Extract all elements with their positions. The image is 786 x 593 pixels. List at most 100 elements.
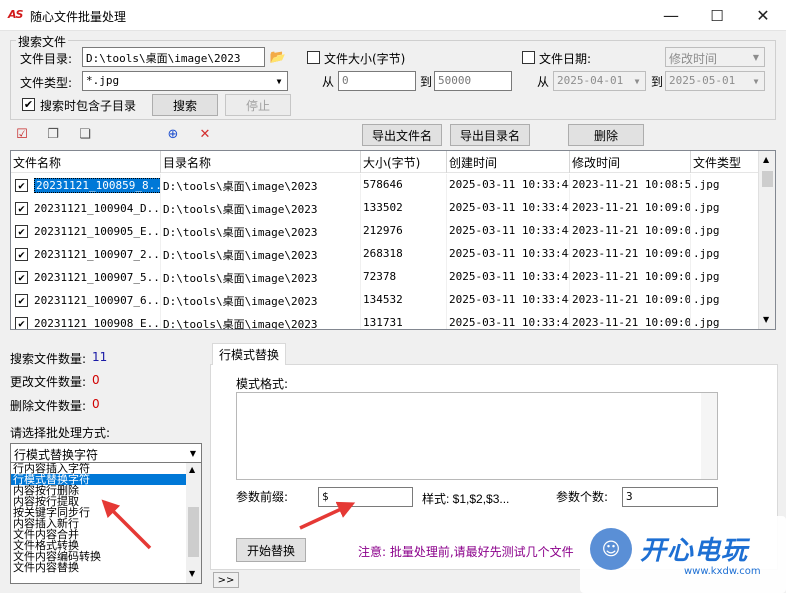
- type-cell: .jpg: [691, 243, 761, 266]
- search-button[interactable]: 搜索: [152, 94, 218, 116]
- size-cell: 578646: [361, 174, 447, 197]
- scroll-thumb[interactable]: [762, 171, 773, 187]
- type-cell: .jpg: [691, 312, 761, 329]
- table-row[interactable]: ✔ 20231121_100904_D... D:\tools\桌面\image\2…: [11, 197, 761, 220]
- date-filter-checkbox[interactable]: [522, 51, 535, 64]
- row-checkbox[interactable]: ✔: [15, 294, 28, 307]
- type-cell: .jpg: [691, 289, 761, 312]
- file-name-text: 20231121_100908_E...: [34, 317, 161, 330]
- export-filenames-button[interactable]: 导出文件名: [362, 124, 442, 146]
- date-from-picker[interactable]: 2025-04-01 ▼: [553, 71, 646, 91]
- file-name-text: 20231121_100859_8...: [34, 178, 160, 193]
- dir-cell: D:\tools\桌面\image\2023: [161, 266, 361, 289]
- column-header[interactable]: 修改时间: [570, 151, 691, 173]
- pattern-textarea[interactable]: [236, 392, 718, 480]
- delete-button[interactable]: 删除: [568, 124, 644, 146]
- table-row[interactable]: ✔ 20231121_100907_5... D:\tools\桌面\image\2…: [11, 266, 761, 289]
- method-combo[interactable]: 行模式替换字符 ▼: [10, 443, 202, 463]
- column-header[interactable]: 文件名称: [11, 151, 161, 173]
- minimize-button[interactable]: —: [648, 0, 694, 31]
- type-combo[interactable]: *.jpg ▼: [82, 71, 288, 91]
- watermark-title: 开心电玩: [640, 536, 749, 566]
- maximize-button[interactable]: ☐: [694, 0, 740, 31]
- folder-browse-icon[interactable]: 📂: [269, 49, 287, 65]
- row-checkbox[interactable]: ✔: [15, 317, 28, 329]
- deselect-all-icon[interactable]: ❐: [44, 126, 62, 142]
- invert-selection-icon[interactable]: ❏: [76, 126, 94, 142]
- size-from-label: 从: [322, 75, 335, 89]
- size-to-input[interactable]: 50000: [434, 71, 512, 91]
- file-list[interactable]: 文件名称 目录名称 大小(字节) 创建时间 修改时间 文件类型 ✔ 20231121_100…: [10, 150, 776, 330]
- dir-cell: D:\tools\桌面\image\2023: [161, 220, 361, 243]
- pattern-scrollbar[interactable]: [701, 393, 717, 479]
- scroll-down-icon[interactable]: ▼: [763, 315, 769, 324]
- watermark-url: www.kxdw.com: [684, 566, 761, 577]
- chevron-down-icon[interactable]: ▼: [271, 72, 287, 90]
- size-to-label: 到: [420, 75, 433, 89]
- column-header[interactable]: 目录名称: [161, 151, 361, 173]
- select-all-icon[interactable]: ☑: [13, 126, 31, 142]
- chevron-down-icon[interactable]: ▼: [185, 444, 201, 462]
- close-button[interactable]: ✕: [740, 0, 786, 31]
- type-cell: .jpg: [691, 220, 761, 243]
- stop-button[interactable]: 停止: [225, 94, 291, 116]
- modified-cell: 2023-11-21 10:08:59: [570, 174, 691, 197]
- scroll-up-icon[interactable]: ▲: [189, 465, 195, 474]
- file-name-text: 20231121_100907_6...: [34, 294, 161, 307]
- date-mode-value: 修改时间: [669, 52, 718, 66]
- date-to-picker[interactable]: 2025-05-01 ▼: [665, 71, 765, 91]
- type-cell: .jpg: [691, 266, 761, 289]
- warning-note: 注意: 批量处理前,请最好先测试几个文件: [358, 545, 574, 559]
- date-mode-combo[interactable]: 修改时间 ▼: [665, 47, 765, 67]
- dir-input[interactable]: D:\tools\桌面\image\2023: [82, 47, 265, 67]
- size-from-input[interactable]: 0: [338, 71, 416, 91]
- date-from-value: 2025-04-01: [557, 74, 624, 87]
- row-checkbox[interactable]: ✔: [15, 225, 28, 238]
- created-cell: 2025-03-11 10:33:44: [447, 220, 570, 243]
- chevron-down-icon[interactable]: ▼: [748, 72, 764, 90]
- file-name-cell: ✔ 20231121_100905_E...: [11, 220, 161, 243]
- deleted-count-value: 0: [92, 397, 100, 411]
- row-checkbox[interactable]: ✔: [15, 248, 28, 261]
- method-label: 请选择批处理方式:: [10, 426, 111, 440]
- table-row[interactable]: ✔ 20231121_100908_E... D:\tools\桌面\image\2…: [11, 312, 761, 330]
- created-cell: 2025-03-11 10:33:44: [447, 243, 570, 266]
- add-files-icon[interactable]: ⊕: [164, 126, 182, 142]
- row-checkbox[interactable]: ✔: [15, 271, 28, 284]
- table-row[interactable]: ✔ 20231121_100859_8... D:\tools\桌面\image\2…: [11, 174, 761, 197]
- start-replace-button[interactable]: 开始替换: [236, 538, 306, 562]
- row-checkbox[interactable]: ✔: [15, 202, 28, 215]
- file-list-scrollbar[interactable]: ▲ ▼: [758, 151, 775, 329]
- row-checkbox[interactable]: ✔: [15, 179, 28, 192]
- tab-line-replace[interactable]: 行模式替换: [212, 343, 286, 365]
- table-row[interactable]: ✔ 20231121_100905_E... D:\tools\桌面\image\2…: [11, 220, 761, 243]
- modified-cell: 2023-11-21 10:09:07: [570, 289, 691, 312]
- column-header[interactable]: 大小(字节): [361, 151, 447, 173]
- file-name-cell: ✔ 20231121_100907_2...: [11, 243, 161, 266]
- export-dirnames-button[interactable]: 导出目录名: [450, 124, 530, 146]
- param-count-input[interactable]: 3: [622, 487, 718, 507]
- include-subdir-checkbox[interactable]: ✔: [22, 98, 35, 111]
- method-option[interactable]: 文件内容替换: [11, 562, 201, 573]
- expand-button[interactable]: >>: [213, 572, 239, 588]
- table-row[interactable]: ✔ 20231121_100907_6... D:\tools\桌面\image\2…: [11, 289, 761, 312]
- remove-files-icon[interactable]: ✕: [196, 126, 214, 142]
- modified-cell: 2023-11-21 10:09:07: [570, 266, 691, 289]
- scroll-up-icon[interactable]: ▲: [763, 155, 769, 164]
- changed-count-label: 更改文件数量:: [10, 375, 87, 389]
- prefix-input[interactable]: $: [318, 487, 413, 507]
- table-row[interactable]: ✔ 20231121_100907_2... D:\tools\桌面\image\2…: [11, 243, 761, 266]
- chevron-down-icon[interactable]: ▼: [748, 48, 764, 66]
- method-list-scrollbar[interactable]: ▲ ▼: [186, 463, 201, 583]
- chevron-down-icon[interactable]: ▼: [629, 72, 645, 90]
- column-header[interactable]: 文件类型: [691, 151, 761, 173]
- scroll-thumb[interactable]: [188, 507, 199, 557]
- scroll-down-icon[interactable]: ▼: [189, 569, 195, 578]
- column-header[interactable]: 创建时间: [447, 151, 570, 173]
- size-filter-checkbox[interactable]: [307, 51, 320, 64]
- modified-cell: 2023-11-21 10:09:05: [570, 220, 691, 243]
- method-dropdown-list[interactable]: 行内容插入字符 行模式替换字符 内容按行删除 内容按行提取 按关键字同步行 内容插入新行文…: [10, 462, 202, 584]
- deleted-count-label: 删除文件数量:: [10, 399, 87, 413]
- type-cell: .jpg: [691, 174, 761, 197]
- file-name-cell: ✔ 20231121_100908_E...: [11, 312, 161, 330]
